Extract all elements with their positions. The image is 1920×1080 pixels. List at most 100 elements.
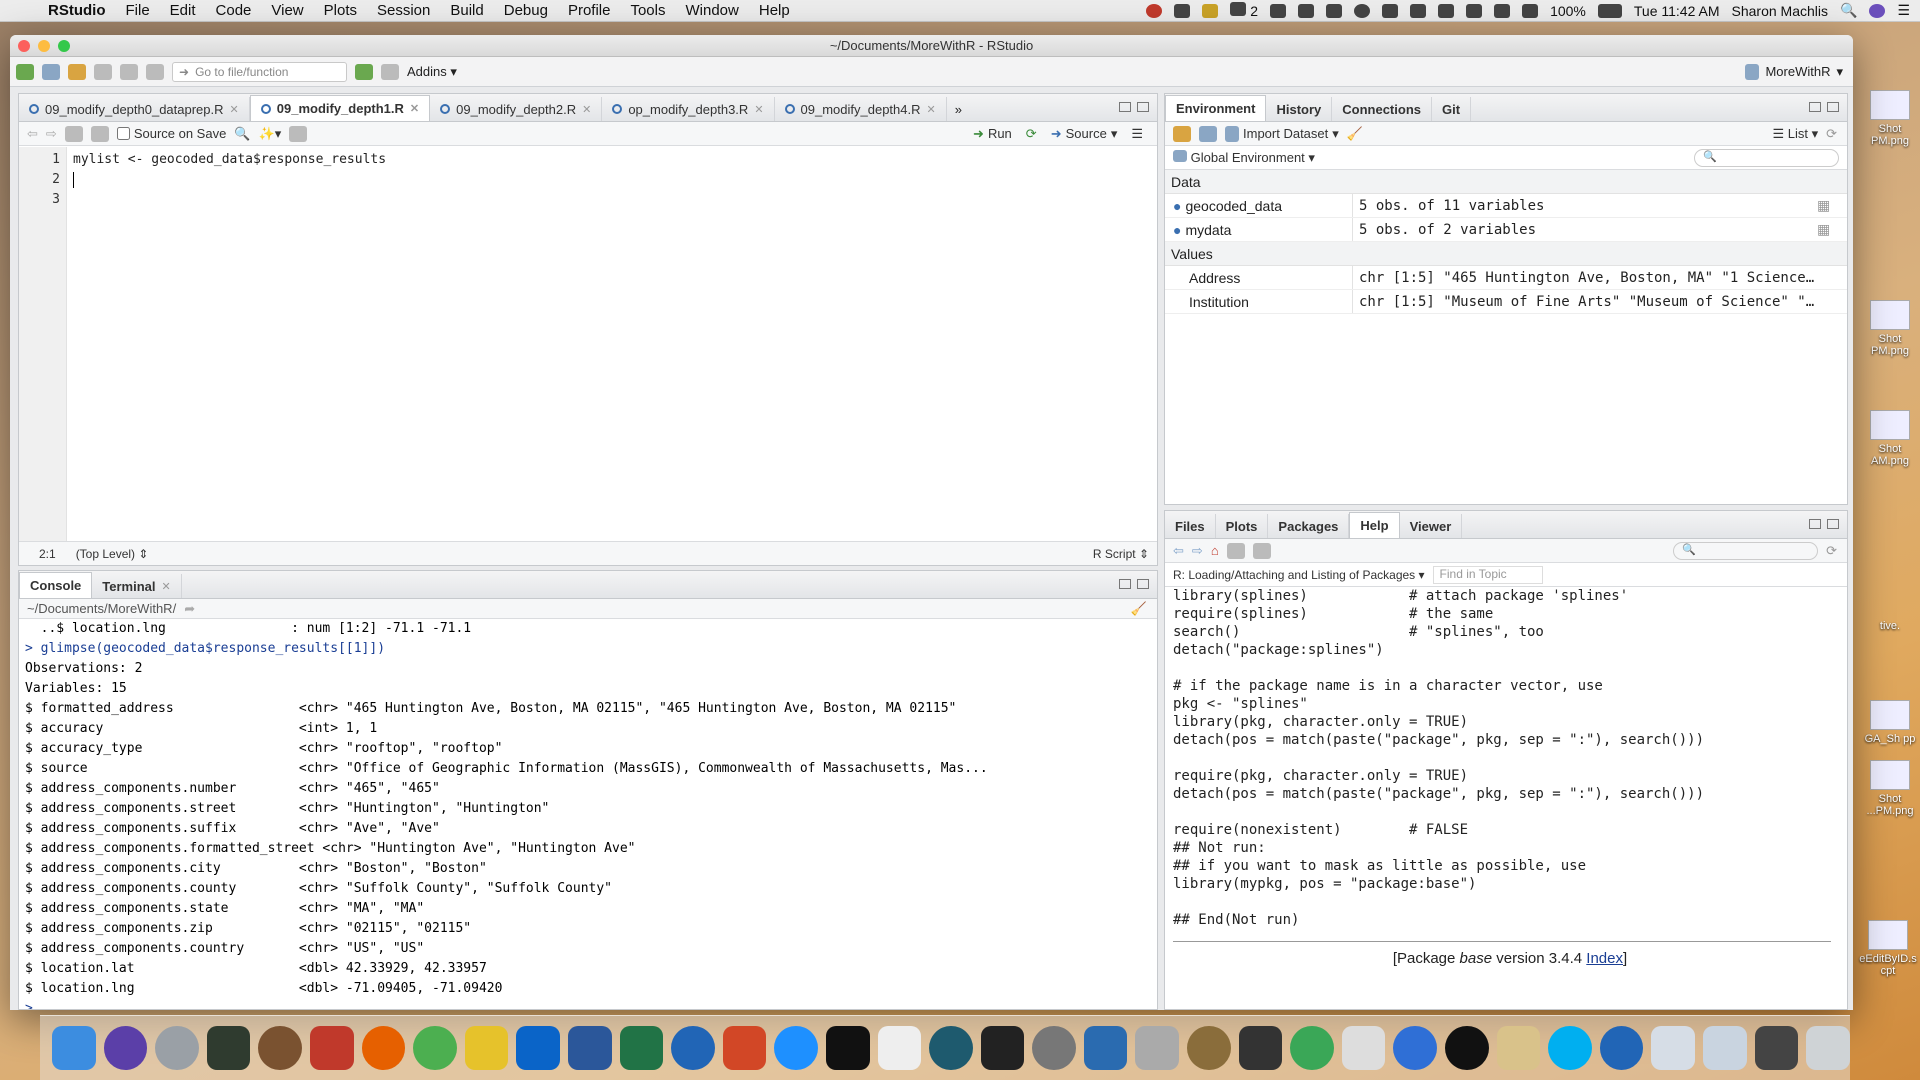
tab-source-file[interactable]: 09_modify_depth2.R ✕	[430, 97, 603, 121]
tab-source-file[interactable]: 09_modify_depth4.R ✕	[775, 97, 947, 121]
spotlight-icon[interactable]: 🔍	[1840, 2, 1857, 19]
menu-code[interactable]: Code	[206, 2, 262, 19]
code-tools-icon[interactable]: ✨▾	[259, 126, 282, 142]
refresh-icon[interactable]: ⟳	[1826, 126, 1847, 142]
maximize-pane-icon[interactable]	[1137, 579, 1149, 589]
code-lines[interactable]: mylist <- geocoded_data$response_results	[67, 147, 1157, 541]
forward-icon[interactable]: ⇨	[1192, 543, 1203, 559]
creative-cloud-icon[interactable]	[1326, 3, 1343, 18]
documents-folder-icon[interactable]	[1651, 1026, 1695, 1070]
launchpad-icon[interactable]	[155, 1026, 199, 1070]
forward-icon[interactable]: ⇨	[46, 126, 57, 142]
find-in-topic-input[interactable]: Find in Topic	[1432, 565, 1543, 584]
show-in-window-icon[interactable]	[64, 125, 83, 142]
menu-tools[interactable]: Tools	[620, 2, 675, 19]
script-editor-icon[interactable]	[1341, 1026, 1386, 1070]
tab-source-file-active[interactable]: 09_modify_depth1.R ✕	[249, 95, 431, 121]
addins-menu[interactable]: Addins ▾	[407, 64, 457, 80]
maximize-pane-icon[interactable]	[1827, 519, 1839, 529]
compile-report-icon[interactable]	[289, 125, 308, 142]
scope-selector[interactable]: (Top Level) ⇕	[76, 547, 149, 561]
find-icon[interactable]: 🔍	[234, 126, 250, 142]
r-icon[interactable]	[671, 1026, 715, 1070]
open-file-icon[interactable]	[68, 63, 86, 80]
menu-build[interactable]: Build	[440, 2, 493, 19]
siri-icon[interactable]	[1869, 3, 1886, 18]
menu-edit[interactable]: Edit	[160, 2, 206, 19]
save-icon[interactable]	[94, 63, 112, 80]
back-icon[interactable]: ⇦	[1173, 543, 1184, 559]
view-mode-selector[interactable]: ☰ List ▾	[1772, 126, 1818, 142]
save-source-icon[interactable]	[90, 125, 109, 142]
show-in-window-icon[interactable]	[1252, 542, 1271, 559]
tab-console[interactable]: Console	[19, 572, 93, 598]
save-workspace-icon[interactable]	[1199, 125, 1217, 142]
env-data-row[interactable]: ● mydata 5 obs. of 2 variables ▦	[1165, 218, 1847, 242]
rstudio-icon[interactable]	[1599, 1026, 1644, 1070]
run-button[interactable]: ➜ Run	[973, 126, 1012, 142]
tab-source-file[interactable]: op_modify_depth3.R ✕	[602, 97, 775, 121]
desktop-file[interactable]: tive.	[1860, 620, 1920, 632]
menu-profile[interactable]: Profile	[558, 2, 621, 19]
status-app-icon[interactable]	[1146, 3, 1163, 18]
clear-console-icon[interactable]: 🧹	[1131, 601, 1157, 617]
notifications-icon[interactable]: ☰	[1897, 2, 1910, 19]
topic-dropdown[interactable]: R: Loading/Attaching and Listing of Pack…	[1173, 568, 1425, 582]
volume-icon[interactable]	[1522, 3, 1539, 18]
source-on-save-check[interactable]	[116, 127, 130, 140]
env-data-row[interactable]: ● geocoded_data 5 obs. of 11 variables ▦	[1165, 194, 1847, 218]
scope-dropdown[interactable]: Global Environment ▾	[1173, 149, 1315, 166]
print-icon[interactable]	[1226, 542, 1245, 559]
close-tab-icon[interactable]: ✕	[410, 102, 419, 115]
load-workspace-icon[interactable]	[1173, 125, 1191, 142]
word-icon[interactable]	[567, 1026, 612, 1070]
chrome-icon[interactable]	[413, 1026, 457, 1070]
source-button[interactable]: ➜ Source ▾	[1051, 126, 1118, 142]
ai-badge[interactable]: 2	[1230, 2, 1258, 19]
project-menu[interactable]: MoreWithR ▾	[1745, 63, 1853, 80]
tab-viewer[interactable]: Viewer	[1400, 514, 1463, 538]
app-icon[interactable]	[464, 1026, 509, 1070]
close-tab-icon[interactable]: ✕	[927, 103, 936, 116]
desktop-file[interactable]: Shot AM.png	[1860, 410, 1920, 467]
close-tab-icon[interactable]: ✕	[230, 103, 239, 116]
menu-file[interactable]: File	[116, 2, 160, 19]
print-icon[interactable]	[146, 63, 164, 80]
new-project-icon[interactable]	[42, 63, 60, 80]
code-line[interactable]	[73, 190, 1157, 210]
app-icon[interactable]	[1496, 1026, 1541, 1070]
help-search-input[interactable]: 🔍	[1673, 541, 1819, 560]
menu-debug[interactable]: Debug	[494, 2, 558, 19]
system-preferences-icon[interactable]	[1032, 1026, 1076, 1070]
app-icon[interactable]	[1187, 1026, 1231, 1070]
app-icon[interactable]	[1083, 1026, 1128, 1070]
tab-source-file[interactable]: 09_modify_depth0_dataprep.R ✕	[19, 97, 250, 121]
time-machine-icon[interactable]	[1354, 3, 1371, 18]
source-on-save-checkbox[interactable]: Source on Save	[116, 126, 226, 141]
back-icon[interactable]: ⇦	[27, 126, 38, 142]
activity-monitor-icon[interactable]	[980, 1026, 1025, 1070]
clock[interactable]: Tue 11:42 AM	[1634, 3, 1720, 19]
code-line-cursor[interactable]	[73, 170, 1157, 190]
vcs-icon[interactable]	[355, 63, 373, 80]
desktop-file[interactable]: GA_Sh pp	[1860, 700, 1920, 745]
go-to-file-input[interactable]: ➜ Go to file/function	[172, 61, 347, 82]
siri-icon[interactable]	[103, 1026, 148, 1070]
code-line[interactable]: mylist <- geocoded_data$response_results	[73, 150, 1157, 170]
battery-percent[interactable]: 100%	[1550, 3, 1586, 19]
user-name[interactable]: Sharon Machlis	[1732, 3, 1829, 19]
app-icon[interactable]	[1290, 1026, 1334, 1070]
powerpoint-icon[interactable]	[722, 1026, 767, 1070]
menu-session[interactable]: Session	[367, 2, 440, 19]
expand-icon[interactable]: ●	[1173, 198, 1181, 214]
env-value-row[interactable]: Address chr [1:5] "465 Huntington Ave, Bo…	[1165, 266, 1847, 290]
app-icon[interactable]	[258, 1026, 302, 1070]
excel-icon[interactable]	[619, 1026, 664, 1070]
tab-files[interactable]: Files	[1165, 514, 1216, 538]
desktop-file[interactable]: Shot PM.png	[1860, 300, 1920, 357]
maximize-pane-icon[interactable]	[1137, 102, 1149, 112]
view-table-icon[interactable]: ▦	[1817, 221, 1847, 238]
tab-packages[interactable]: Packages	[1268, 514, 1350, 538]
maximize-pane-icon[interactable]	[1827, 102, 1839, 112]
skype-icon[interactable]	[1548, 1026, 1592, 1070]
